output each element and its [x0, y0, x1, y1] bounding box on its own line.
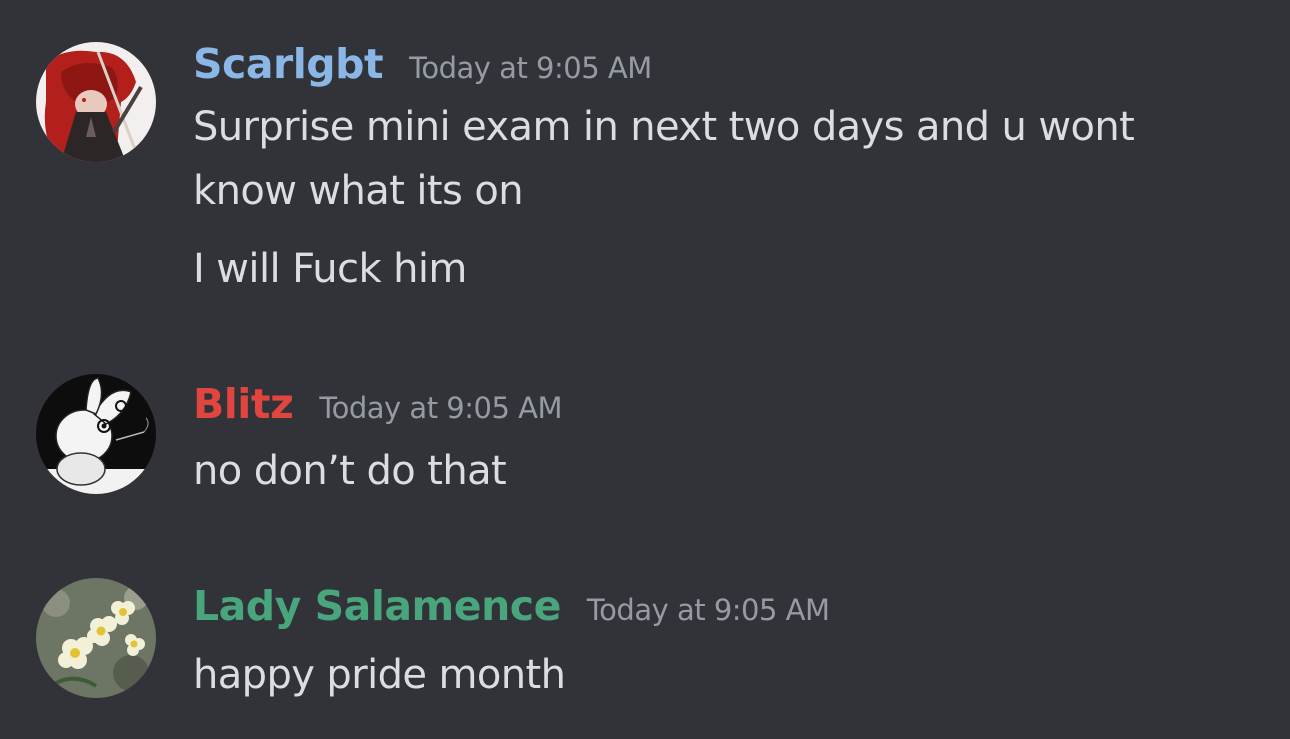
message-text: know what its on	[193, 168, 524, 214]
avatar[interactable]	[36, 578, 156, 698]
message-timestamp: Today at 9:05 AM	[409, 51, 652, 85]
avatar[interactable]	[36, 374, 156, 494]
message-timestamp: Today at 9:05 AM	[319, 391, 562, 425]
avatar[interactable]	[36, 42, 156, 162]
message-timestamp: Today at 9:05 AM	[586, 593, 830, 627]
author-name[interactable]: Scarlgbt	[193, 40, 384, 88]
author-name[interactable]: Blitz	[193, 380, 294, 428]
message-text: Surprise mini exam in next two days and …	[193, 104, 1135, 150]
white-flowers-avatar-icon	[36, 578, 156, 698]
message-text: happy pride month	[193, 652, 566, 698]
message-text: I will Fuck him	[193, 246, 467, 292]
white-rabbit-avatar-icon	[36, 374, 156, 494]
red-haired-character-avatar-icon	[36, 42, 156, 162]
message-text: no don’t do that	[193, 448, 507, 494]
chat-messages: Scarlgbt Today at 9:05 AM Surprise mini …	[0, 0, 1290, 739]
author-name[interactable]: Lady Salamence	[193, 582, 561, 630]
